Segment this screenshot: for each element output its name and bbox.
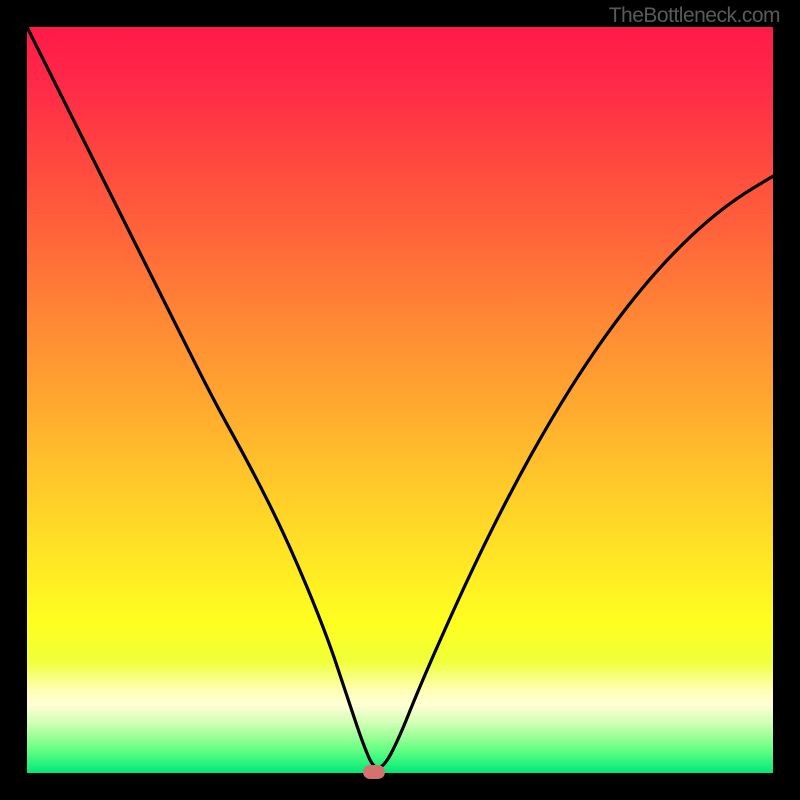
curve-svg bbox=[27, 27, 773, 773]
bottleneck-curve-line bbox=[27, 27, 773, 768]
chart-plot-area bbox=[27, 27, 773, 773]
minimum-marker bbox=[363, 765, 385, 779]
watermark-text: TheBottleneck.com bbox=[609, 4, 780, 28]
